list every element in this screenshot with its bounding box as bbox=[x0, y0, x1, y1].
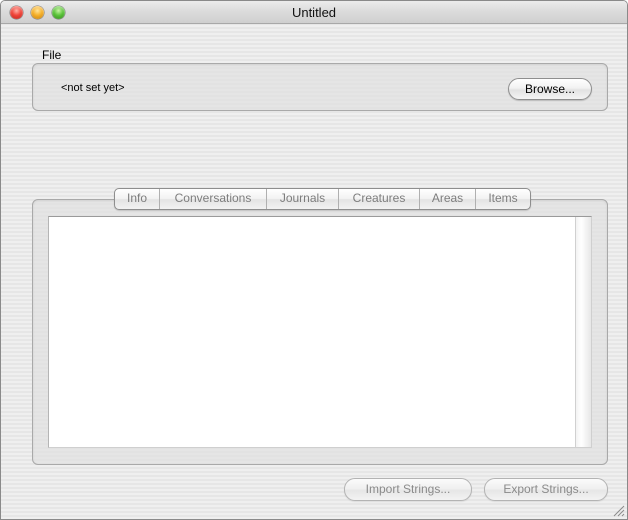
export-strings-button[interactable]: Export Strings... bbox=[484, 478, 608, 501]
tab-bar: Info Conversations Journals Creatures Ar… bbox=[114, 188, 531, 210]
tab-content-area[interactable] bbox=[48, 216, 592, 448]
resize-grip-icon[interactable] bbox=[612, 504, 625, 517]
tab-creatures[interactable]: Creatures bbox=[338, 189, 419, 209]
window-title: Untitled bbox=[291, 5, 337, 20]
browse-button[interactable]: Browse... bbox=[508, 78, 592, 100]
tab-conversations[interactable]: Conversations bbox=[159, 189, 266, 209]
tab-journals[interactable]: Journals bbox=[266, 189, 338, 209]
tab-info[interactable]: Info bbox=[115, 189, 159, 209]
file-section-label: File bbox=[42, 48, 62, 62]
tab-areas[interactable]: Areas bbox=[419, 189, 475, 209]
import-strings-button[interactable]: Import Strings... bbox=[344, 478, 472, 501]
tab-items[interactable]: Items bbox=[475, 189, 530, 209]
app-window: Untitled File <not set yet> Browse... In… bbox=[0, 0, 628, 520]
vertical-scrollbar[interactable] bbox=[575, 217, 591, 447]
file-box: <not set yet> Browse... bbox=[32, 63, 608, 111]
title-bar[interactable]: Untitled bbox=[1, 1, 627, 24]
file-path-text: <not set yet> bbox=[61, 82, 125, 94]
